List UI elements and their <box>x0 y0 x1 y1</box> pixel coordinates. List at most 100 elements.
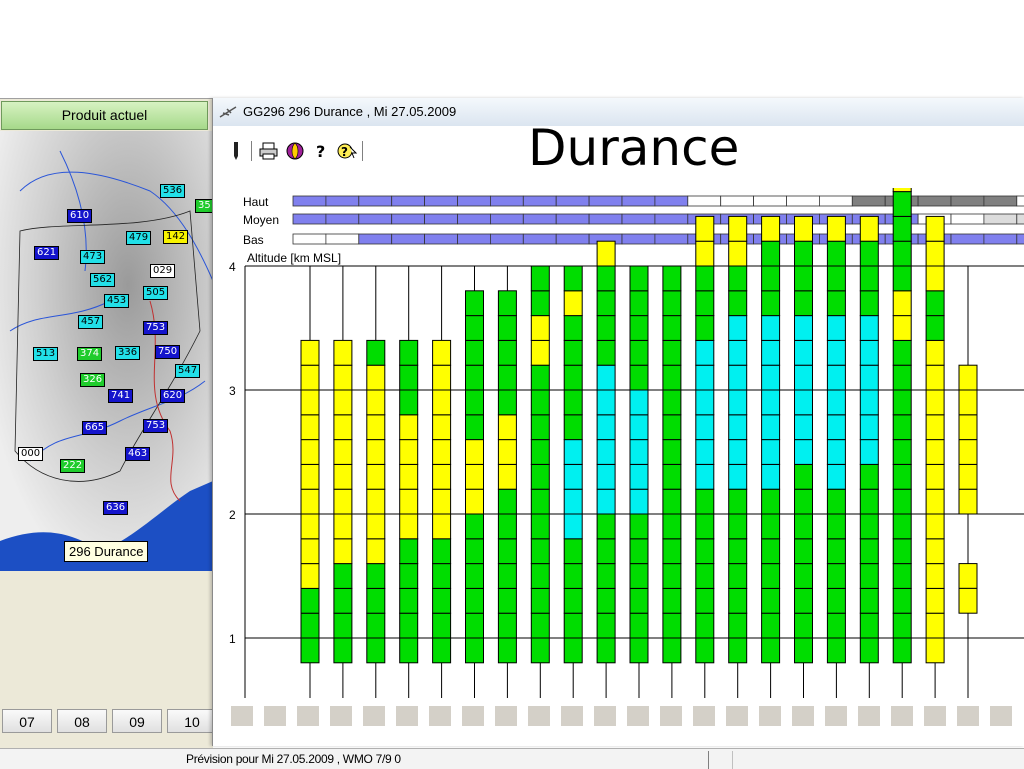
altitude-segment <box>497 463 517 490</box>
region-box[interactable]: 374 <box>77 347 103 361</box>
region-box[interactable]: 620 <box>160 389 186 403</box>
altitude-segment <box>432 513 452 540</box>
region-box[interactable]: 636 <box>103 501 129 515</box>
bottom-square <box>858 706 880 726</box>
svg-text:?: ? <box>316 142 325 161</box>
altitude-segment <box>662 339 682 366</box>
region-box[interactable]: 35 <box>195 199 213 213</box>
region-box[interactable]: 665 <box>82 421 108 435</box>
altitude-segment <box>695 488 715 515</box>
region-box[interactable]: 610 <box>67 209 93 223</box>
altitude-segment <box>925 488 945 515</box>
altitude-segment <box>465 488 484 515</box>
day-tabs: 07 08 09 10 <box>2 709 222 733</box>
altitude-segment <box>530 587 550 614</box>
cloud-cell <box>786 195 820 207</box>
region-box[interactable]: 453 <box>104 294 130 308</box>
cloud-cell <box>522 233 557 245</box>
altitude-segment <box>333 414 353 441</box>
region-box[interactable]: 753 <box>143 419 169 433</box>
altitude-segment <box>859 563 879 589</box>
altitude-segment <box>465 315 484 341</box>
region-box[interactable]: 479 <box>126 231 152 245</box>
cloud-cell <box>819 195 853 207</box>
altitude-segment <box>695 612 715 639</box>
y-axis-label: Altitude [km MSL] <box>247 251 341 265</box>
altitude-segment <box>958 364 978 391</box>
cloud-cell <box>325 233 360 245</box>
altitude-segment <box>366 463 386 490</box>
region-box[interactable]: 513 <box>33 347 59 361</box>
altitude-segment <box>826 587 846 614</box>
help-icon[interactable]: ? <box>310 140 332 162</box>
altitude-segment <box>596 439 616 465</box>
region-box[interactable]: 505 <box>143 286 169 300</box>
region-box[interactable]: 336 <box>115 346 141 360</box>
altitude-segment <box>826 563 846 589</box>
altitude-segment <box>497 488 517 515</box>
altitude-segment <box>530 637 550 664</box>
region-box[interactable]: 463 <box>125 447 151 461</box>
altitude-segment <box>497 315 517 341</box>
pen-icon[interactable] <box>225 140 247 162</box>
region-box[interactable]: 029 <box>150 264 176 278</box>
cloud-cell <box>358 195 393 207</box>
altitude-segment <box>662 439 682 465</box>
y-tick-label: 2 <box>229 508 236 522</box>
altitude-segment <box>925 339 945 366</box>
cloud-cell <box>292 213 327 225</box>
altitude-segment <box>925 538 945 565</box>
altitude-segment <box>399 463 419 490</box>
altitude-segment <box>300 513 320 540</box>
produit-actuel-header[interactable]: Produit actuel <box>1 101 208 130</box>
region-box[interactable]: 473 <box>80 250 106 264</box>
altitude-segment <box>399 612 419 639</box>
altitude-segment <box>826 612 846 639</box>
altitude-segment <box>333 439 353 465</box>
altitude-segment <box>465 414 484 441</box>
region-box[interactable]: 222 <box>60 459 86 473</box>
altitude-segment <box>662 364 682 391</box>
region-box[interactable]: 753 <box>143 321 169 335</box>
region-box[interactable]: 142 <box>163 230 189 244</box>
region-box[interactable]: 000 <box>18 447 44 461</box>
bottom-square <box>330 706 352 726</box>
region-box[interactable]: 741 <box>108 389 134 403</box>
altitude-segment <box>629 538 649 565</box>
globe-icon[interactable] <box>284 140 306 162</box>
altitude-segment <box>728 315 748 341</box>
altitude-segment <box>761 364 781 391</box>
altitude-segment <box>761 612 781 639</box>
tab-09[interactable]: 09 <box>112 709 162 733</box>
cloud-cell <box>950 213 985 225</box>
altitude-segment <box>761 240 781 267</box>
altitude-segment <box>794 612 813 639</box>
altitude-segment <box>333 513 353 540</box>
region-box[interactable]: 750 <box>155 345 181 359</box>
region-map[interactable]: 536 35 610 479 142 621 473 029 562 505 453 457 753 51… <box>0 131 213 571</box>
altitude-segment <box>596 240 616 267</box>
region-box[interactable]: 536 <box>160 184 186 198</box>
altitude-segment <box>530 563 550 589</box>
bottom-square <box>924 706 946 726</box>
cloud-cell <box>522 213 557 225</box>
altitude-segment <box>596 414 616 441</box>
region-box[interactable]: 326 <box>80 373 106 387</box>
tab-08[interactable]: 08 <box>57 709 107 733</box>
altitude-segment <box>728 513 748 540</box>
altitude-segment <box>300 414 320 441</box>
altitude-segment <box>497 637 517 664</box>
altitude-segment <box>761 215 781 242</box>
bottom-square <box>429 706 451 726</box>
glider-icon <box>219 106 237 118</box>
tab-10[interactable]: 10 <box>167 709 217 733</box>
region-box[interactable]: 562 <box>90 273 116 287</box>
region-box[interactable]: 457 <box>78 315 104 329</box>
context-help-icon[interactable]: ? <box>336 140 358 162</box>
bottom-square <box>792 706 814 726</box>
region-box[interactable]: 547 <box>175 364 201 378</box>
altitude-segment <box>925 513 945 540</box>
tab-07[interactable]: 07 <box>2 709 52 733</box>
region-box[interactable]: 621 <box>34 246 60 260</box>
print-icon[interactable] <box>258 140 280 162</box>
